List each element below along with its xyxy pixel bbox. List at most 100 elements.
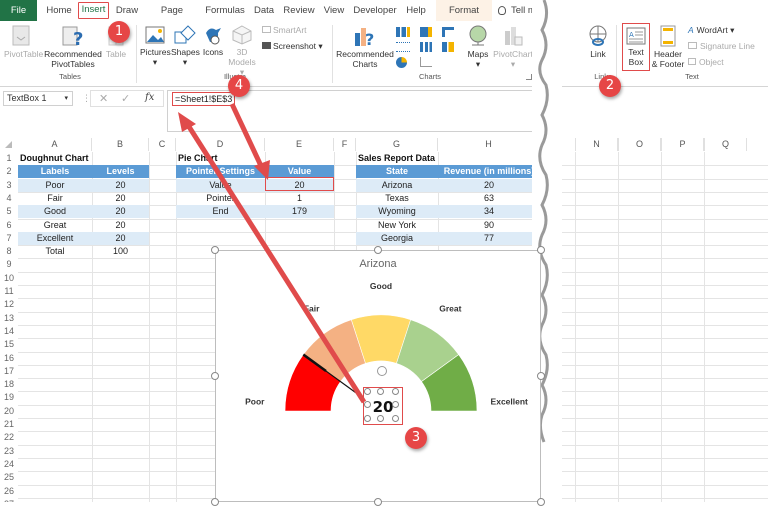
- rotate-handle-icon[interactable]: [377, 366, 387, 376]
- table-cell[interactable]: Poor: [18, 178, 92, 192]
- table-cell[interactable]: Pointer: [176, 192, 265, 205]
- table-cell[interactable]: Fair: [18, 192, 92, 205]
- table-cell[interactable]: 63: [438, 192, 540, 205]
- row-header[interactable]: 25: [0, 471, 18, 484]
- pivottable-button[interactable]: PivotTable: [4, 25, 43, 59]
- resize-handle[interactable]: [211, 498, 219, 506]
- column-header[interactable]: N: [575, 138, 618, 151]
- scatter-chart-icon[interactable]: [396, 42, 410, 52]
- name-box[interactable]: TextBox 1 ▾: [3, 91, 73, 106]
- tab-home[interactable]: Home: [44, 0, 74, 21]
- column-header[interactable]: G: [356, 138, 438, 151]
- row-header[interactable]: 2: [0, 165, 18, 178]
- row-header[interactable]: 12: [0, 298, 18, 311]
- column-header[interactable]: A: [18, 138, 92, 151]
- text-box-button[interactable]: A Text Box: [622, 23, 650, 71]
- table-cell[interactable]: 20: [92, 178, 149, 192]
- table-cell[interactable]: Wyoming: [356, 205, 438, 219]
- row-header[interactable]: 15: [0, 338, 18, 351]
- text-box-handle[interactable]: [392, 401, 399, 408]
- resize-handle[interactable]: [537, 372, 545, 380]
- table-cell[interactable]: 90: [438, 219, 540, 232]
- row-header[interactable]: 7: [0, 232, 18, 245]
- column-header[interactable]: O: [618, 138, 661, 151]
- table-cell[interactable]: 20: [438, 178, 540, 192]
- resize-handle[interactable]: [374, 246, 382, 254]
- table-cell[interactable]: Great: [18, 219, 92, 232]
- row-header[interactable]: 10: [0, 272, 18, 285]
- row-header[interactable]: 6: [0, 219, 18, 232]
- row-header[interactable]: 21: [0, 418, 18, 431]
- combo-chart-icon[interactable]: [442, 42, 454, 52]
- screenshot-button[interactable]: Screenshot ▾: [262, 41, 326, 51]
- resize-handle[interactable]: [537, 246, 545, 254]
- row-header[interactable]: 9: [0, 258, 18, 271]
- row-header[interactable]: 19: [0, 391, 18, 404]
- table-cell[interactable]: Georgia: [356, 231, 438, 245]
- column-chart-icon[interactable]: [396, 27, 410, 37]
- column-header[interactable]: P: [661, 138, 704, 151]
- row-header[interactable]: 24: [0, 458, 18, 471]
- smartart-button[interactable]: SmartArt: [262, 25, 322, 35]
- column-header[interactable]: B: [92, 138, 149, 151]
- hierarchy-chart-icon[interactable]: [420, 27, 432, 37]
- row-header[interactable]: 1: [0, 152, 18, 165]
- recommended-pivottables-button[interactable]: ? Recommended PivotTables: [44, 25, 102, 69]
- row-header[interactable]: 14: [0, 325, 18, 338]
- table-cell[interactable]: 20: [92, 231, 149, 245]
- tab-help[interactable]: Help: [404, 0, 428, 21]
- row-header[interactable]: 22: [0, 431, 18, 444]
- recommended-charts-button[interactable]: ? Recommended Charts: [336, 25, 394, 69]
- tab-file[interactable]: File: [0, 0, 37, 21]
- table-cell[interactable]: Excellent: [18, 231, 92, 245]
- table-cell[interactable]: 20: [92, 205, 149, 219]
- text-box-handle[interactable]: [364, 401, 371, 408]
- table-cell[interactable]: Arizona: [356, 178, 438, 192]
- row-header[interactable]: 20: [0, 405, 18, 418]
- row-header[interactable]: 16: [0, 352, 18, 365]
- column-header[interactable]: C: [149, 138, 176, 151]
- enter-check-icon[interactable]: ✓: [121, 92, 130, 105]
- resize-handle[interactable]: [211, 372, 219, 380]
- table-cell[interactable]: Good: [18, 205, 92, 219]
- row-header[interactable]: 11: [0, 285, 18, 298]
- resize-handle[interactable]: [537, 498, 545, 506]
- table-cell[interactable]: New York: [356, 219, 438, 232]
- area-chart-icon[interactable]: [420, 57, 432, 67]
- text-box-handle[interactable]: [364, 388, 371, 395]
- column-header[interactable]: Q: [704, 138, 747, 151]
- column-header[interactable]: D: [176, 138, 265, 151]
- tab-format[interactable]: Format: [436, 0, 492, 21]
- column-header[interactable]: H: [438, 138, 540, 151]
- table-cell[interactable]: 77: [438, 231, 540, 245]
- text-box-handle[interactable]: [377, 388, 384, 395]
- resize-handle[interactable]: [374, 498, 382, 506]
- text-box-handle[interactable]: [377, 415, 384, 422]
- table-cell[interactable]: 20: [92, 192, 149, 205]
- bar-chart-icon[interactable]: [420, 42, 432, 52]
- tab-insert[interactable]: Insert: [78, 2, 109, 19]
- table-cell[interactable]: 179: [265, 205, 334, 219]
- tab-review[interactable]: Review: [282, 0, 316, 21]
- row-header[interactable]: 8: [0, 245, 18, 258]
- tab-data[interactable]: Data: [252, 0, 276, 21]
- gauge-chart[interactable]: Arizona Poor Fair Good Great Excellent: [215, 250, 541, 502]
- select-all-icon[interactable]: [5, 141, 12, 148]
- table-cell[interactable]: 20: [92, 219, 149, 232]
- column-header[interactable]: E: [265, 138, 334, 151]
- object-button[interactable]: Object: [688, 57, 768, 67]
- row-header[interactable]: 5: [0, 205, 18, 218]
- table-cell[interactable]: Value: [176, 178, 265, 192]
- row-header[interactable]: 26: [0, 485, 18, 498]
- wordart-button[interactable]: A WordArt ▾: [688, 25, 768, 35]
- shapes-button[interactable]: Shapes ▾: [171, 25, 200, 67]
- row-header[interactable]: 23: [0, 445, 18, 458]
- tab-developer[interactable]: Developer: [352, 0, 398, 21]
- link-button[interactable]: Link: [584, 25, 612, 59]
- table-cell[interactable]: Total: [18, 245, 92, 258]
- insert-function-icon[interactable]: fx: [145, 92, 154, 103]
- header-footer-button[interactable]: Header & Footer: [651, 25, 685, 69]
- tab-draw[interactable]: Draw: [113, 0, 141, 21]
- cancel-icon[interactable]: ✕: [99, 92, 108, 105]
- table-cell[interactable]: Texas: [356, 192, 438, 205]
